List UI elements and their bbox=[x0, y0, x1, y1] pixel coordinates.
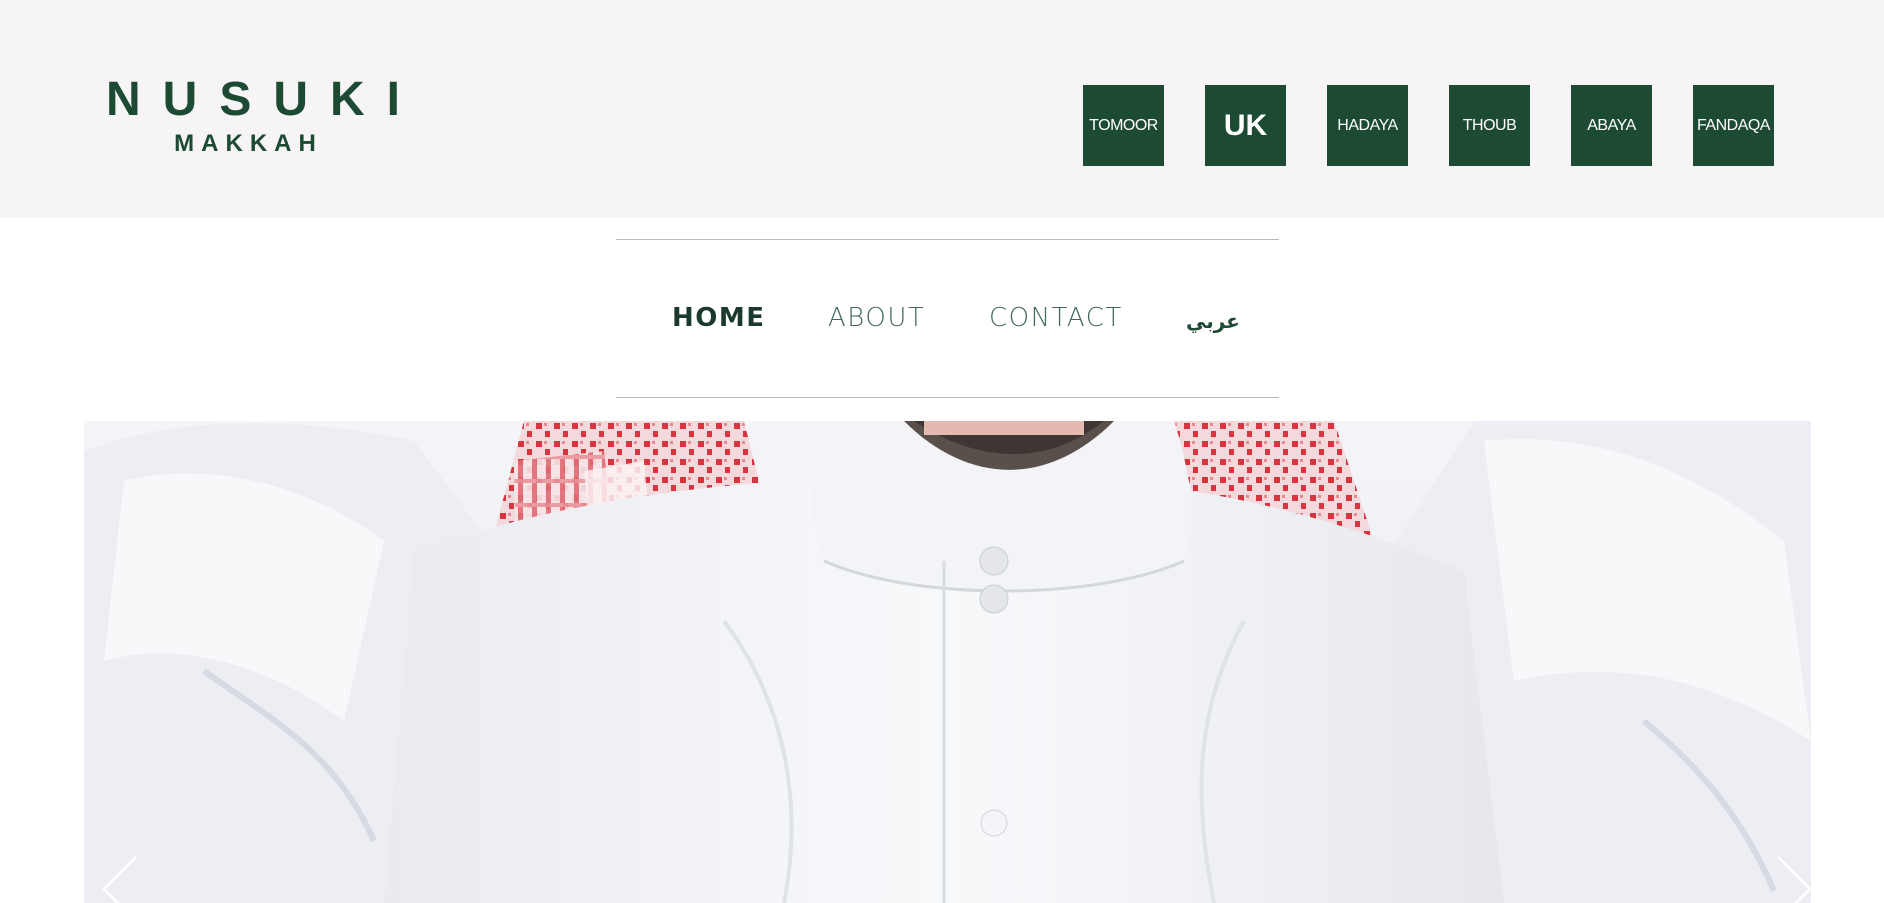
main-nav: HOME ABOUT CONTACT عربي bbox=[616, 239, 1279, 398]
nav-home[interactable]: HOME bbox=[672, 303, 766, 333]
tile-fandaqa[interactable]: FANDAQA bbox=[1693, 85, 1774, 166]
tile-abaya[interactable]: ABAYA bbox=[1571, 85, 1652, 166]
tile-hadaya[interactable]: HADAYA bbox=[1327, 85, 1408, 166]
nav-arabic-language[interactable]: عربي bbox=[1186, 306, 1240, 336]
nav-about[interactable]: ABOUT bbox=[828, 303, 925, 333]
hero-image bbox=[84, 421, 1811, 903]
tile-thoub[interactable]: THOUB bbox=[1449, 85, 1530, 166]
chevron-right-icon[interactable] bbox=[1776, 855, 1816, 903]
tile-uk[interactable]: UK bbox=[1205, 85, 1286, 166]
logo-wordmark: NUSUKI bbox=[106, 73, 423, 126]
logo-subtitle: MAKKAH bbox=[174, 130, 323, 157]
tile-tomoor[interactable]: TOMOOR bbox=[1083, 85, 1164, 166]
nav-contact[interactable]: CONTACT bbox=[989, 303, 1123, 333]
brand-tiles: TOMOOR UK HADAYA THOUB ABAYA FANDAQA bbox=[1083, 85, 1774, 166]
site-header: NUSUKI MAKKAH TOMOOR UK HADAYA THOUB ABA… bbox=[0, 0, 1884, 218]
site-logo[interactable]: NUSUKI MAKKAH bbox=[84, 76, 406, 158]
hero-slider bbox=[84, 421, 1811, 903]
chevron-left-icon[interactable] bbox=[98, 855, 138, 903]
